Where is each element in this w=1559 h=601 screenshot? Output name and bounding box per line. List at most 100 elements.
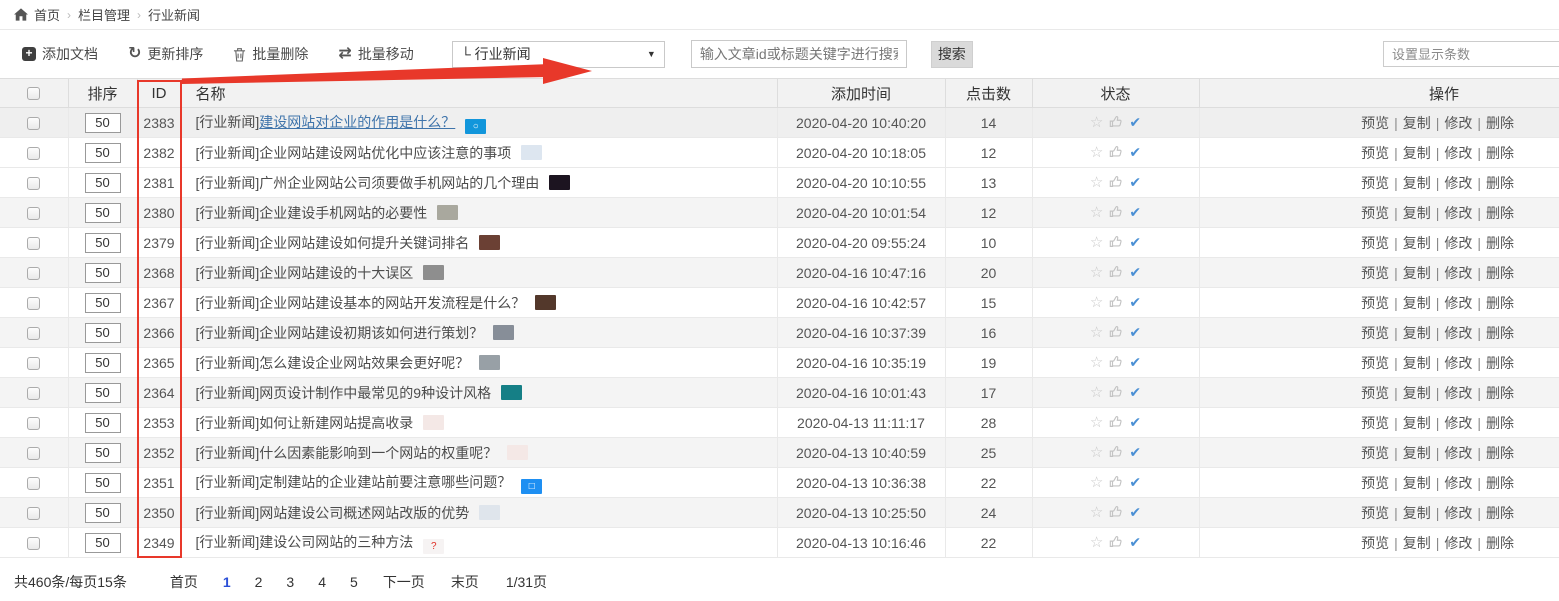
action-preview[interactable]: 预览 xyxy=(1361,235,1389,251)
action-edit[interactable]: 修改 xyxy=(1444,415,1472,431)
check-icon[interactable]: ✔ xyxy=(1129,534,1141,550)
sort-input[interactable] xyxy=(85,383,121,403)
action-edit[interactable]: 修改 xyxy=(1444,505,1472,521)
action-delete[interactable]: 删除 xyxy=(1486,355,1514,371)
sort-input[interactable] xyxy=(85,263,121,283)
action-delete[interactable]: 删除 xyxy=(1486,475,1514,491)
row-checkbox[interactable] xyxy=(27,147,40,160)
star-icon[interactable]: ☆ xyxy=(1090,504,1103,521)
sort-input[interactable] xyxy=(85,173,121,193)
article-title-link[interactable]: 网页设计制作中最常见的9种设计风格 xyxy=(259,385,491,401)
row-checkbox[interactable] xyxy=(27,297,40,310)
article-title-link[interactable]: 企业网站建设基本的网站开发流程是什么？ xyxy=(259,295,525,311)
page-3[interactable]: 3 xyxy=(286,574,294,590)
row-checkbox[interactable] xyxy=(27,537,40,550)
star-icon[interactable]: ☆ xyxy=(1090,174,1103,191)
check-icon[interactable]: ✔ xyxy=(1129,444,1141,460)
sort-input[interactable] xyxy=(85,473,121,493)
page-last[interactable]: 末页 xyxy=(451,572,479,592)
page-1[interactable]: 1 xyxy=(223,574,231,590)
row-checkbox[interactable] xyxy=(27,177,40,190)
row-checkbox[interactable] xyxy=(27,267,40,280)
update-sort-button[interactable]: ↻ 更新排序 xyxy=(128,44,203,64)
action-preview[interactable]: 预览 xyxy=(1361,445,1389,461)
row-checkbox[interactable] xyxy=(27,387,40,400)
action-copy[interactable]: 复制 xyxy=(1403,295,1431,311)
action-copy[interactable]: 复制 xyxy=(1403,325,1431,341)
star-icon[interactable]: ☆ xyxy=(1090,114,1103,131)
article-title-link[interactable]: 建设公司网站的三种方法 xyxy=(259,534,413,550)
action-copy[interactable]: 复制 xyxy=(1403,355,1431,371)
check-icon[interactable]: ✔ xyxy=(1129,294,1141,310)
action-edit[interactable]: 修改 xyxy=(1444,385,1472,401)
check-icon[interactable]: ✔ xyxy=(1129,204,1141,220)
breadcrumb-item-column-manage[interactable]: 栏目管理 xyxy=(78,5,130,24)
check-icon[interactable]: ✔ xyxy=(1129,384,1141,400)
sort-input[interactable] xyxy=(85,293,121,313)
add-document-button[interactable]: + 添加文档 xyxy=(22,44,98,64)
star-icon[interactable]: ☆ xyxy=(1090,354,1103,371)
action-edit[interactable]: 修改 xyxy=(1444,175,1472,191)
row-checkbox[interactable] xyxy=(27,237,40,250)
action-preview[interactable]: 预览 xyxy=(1361,355,1389,371)
row-checkbox[interactable] xyxy=(27,507,40,520)
action-copy[interactable]: 复制 xyxy=(1403,265,1431,281)
sort-input[interactable] xyxy=(85,443,121,463)
action-delete[interactable]: 删除 xyxy=(1486,415,1514,431)
article-title-link[interactable]: 企业网站建设网站优化中应该注意的事项 xyxy=(259,145,511,161)
check-icon[interactable]: ✔ xyxy=(1129,144,1141,160)
action-delete[interactable]: 删除 xyxy=(1486,115,1514,131)
action-delete[interactable]: 删除 xyxy=(1486,325,1514,341)
check-icon[interactable]: ✔ xyxy=(1129,174,1141,190)
check-icon[interactable]: ✔ xyxy=(1129,354,1141,370)
action-delete[interactable]: 删除 xyxy=(1486,175,1514,191)
check-icon[interactable]: ✔ xyxy=(1129,234,1141,250)
row-checkbox[interactable] xyxy=(27,117,40,130)
check-icon[interactable]: ✔ xyxy=(1129,504,1141,520)
article-title-link[interactable]: 企业网站建设的十大误区 xyxy=(259,265,413,281)
action-edit[interactable]: 修改 xyxy=(1444,265,1472,281)
article-title-link[interactable]: 怎么建设企业网站效果会更好呢？ xyxy=(259,355,469,371)
select-all-checkbox[interactable] xyxy=(27,87,40,100)
article-title-link[interactable]: 什么因素能影响到一个网站的权重呢？ xyxy=(259,445,497,461)
star-icon[interactable]: ☆ xyxy=(1090,384,1103,401)
action-edit[interactable]: 修改 xyxy=(1444,205,1472,221)
thumbs-up-icon[interactable] xyxy=(1109,236,1123,252)
action-copy[interactable]: 复制 xyxy=(1403,175,1431,191)
check-icon[interactable]: ✔ xyxy=(1129,114,1141,130)
sort-input[interactable] xyxy=(85,323,121,343)
thumbs-up-icon[interactable] xyxy=(1109,146,1123,162)
page-first[interactable]: 首页 xyxy=(170,572,198,592)
action-copy[interactable]: 复制 xyxy=(1403,205,1431,221)
sort-input[interactable] xyxy=(85,233,121,253)
batch-move-button[interactable]: ⇄ 批量移动 xyxy=(338,44,413,64)
thumbs-up-icon[interactable] xyxy=(1109,266,1123,282)
star-icon[interactable]: ☆ xyxy=(1090,534,1103,551)
action-preview[interactable]: 预览 xyxy=(1361,475,1389,491)
row-checkbox[interactable] xyxy=(27,447,40,460)
action-preview[interactable]: 预览 xyxy=(1361,175,1389,191)
category-select[interactable]: └ 行业新闻 ▼ xyxy=(452,41,665,68)
action-copy[interactable]: 复制 xyxy=(1403,475,1431,491)
action-preview[interactable]: 预览 xyxy=(1361,535,1389,551)
thumbs-up-icon[interactable] xyxy=(1109,506,1123,522)
row-checkbox[interactable] xyxy=(27,207,40,220)
page-5[interactable]: 5 xyxy=(350,574,358,590)
sort-input[interactable] xyxy=(85,143,121,163)
page-4[interactable]: 4 xyxy=(318,574,326,590)
sort-input[interactable] xyxy=(85,353,121,373)
page-next[interactable]: 下一页 xyxy=(383,572,425,592)
action-delete[interactable]: 删除 xyxy=(1486,265,1514,281)
row-checkbox[interactable] xyxy=(27,327,40,340)
action-delete[interactable]: 删除 xyxy=(1486,145,1514,161)
star-icon[interactable]: ☆ xyxy=(1090,144,1103,161)
page-2[interactable]: 2 xyxy=(255,574,263,590)
action-delete[interactable]: 删除 xyxy=(1486,535,1514,551)
sort-input[interactable] xyxy=(85,203,121,223)
action-edit[interactable]: 修改 xyxy=(1444,235,1472,251)
action-preview[interactable]: 预览 xyxy=(1361,325,1389,341)
action-copy[interactable]: 复制 xyxy=(1403,415,1431,431)
check-icon[interactable]: ✔ xyxy=(1129,414,1141,430)
batch-delete-button[interactable]: 批量删除 xyxy=(233,44,308,64)
thumbs-up-icon[interactable] xyxy=(1109,356,1123,372)
